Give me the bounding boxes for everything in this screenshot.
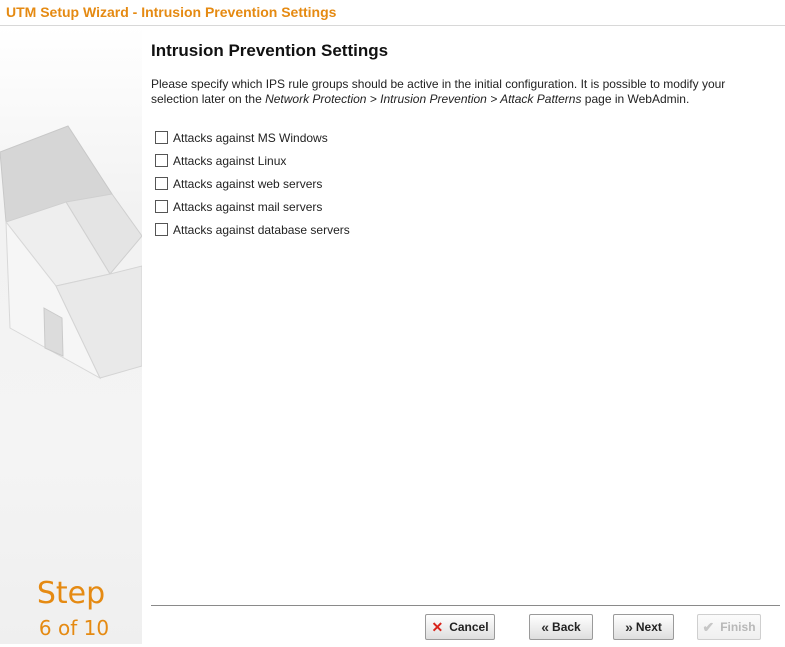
checkmark-icon: ✔ [702,619,715,635]
option-label: Attacks against web servers [173,176,323,191]
option-label: Attacks against Linux [173,153,287,168]
wizard-sidebar: Step 6 of 10 [0,26,142,644]
step-label: Step [36,576,106,611]
description-text-2: page in WebAdmin. [581,92,690,106]
option-database-servers[interactable]: Attacks against database servers [155,218,350,241]
double-chevron-left-icon: « [541,619,549,635]
next-button[interactable]: » Next [613,614,674,640]
finish-button[interactable]: ✔ Finish [697,614,761,640]
option-mail-servers[interactable]: Attacks against mail servers [155,195,350,218]
footer-divider [151,605,780,606]
option-ms-windows[interactable]: Attacks against MS Windows [155,126,350,149]
cancel-button-label: Cancel [449,620,489,634]
option-linux[interactable]: Attacks against Linux [155,149,350,172]
window-title: UTM Setup Wizard - Intrusion Prevention … [6,4,337,20]
cancel-button[interactable]: ✕ Cancel [425,614,495,640]
next-button-label: Next [635,620,662,634]
ips-rule-groups: Attacks against MS Windows Attacks again… [155,126,350,241]
box-illustration [0,125,142,380]
close-icon: ✕ [431,619,444,635]
checkbox-web-servers[interactable] [155,177,168,190]
checkbox-ms-windows[interactable] [155,131,168,144]
back-button-label: Back [552,620,581,634]
window-titlebar: UTM Setup Wizard - Intrusion Prevention … [0,0,785,26]
option-label: Attacks against mail servers [173,199,323,214]
option-label: Attacks against database servers [173,222,350,237]
step-progress: 6 of 10 [38,616,110,640]
checkbox-mail-servers[interactable] [155,200,168,213]
page-description: Please specify which IPS rule groups sho… [151,77,771,107]
page-title: Intrusion Prevention Settings [151,41,389,60]
checkbox-database-servers[interactable] [155,223,168,236]
finish-button-label: Finish [720,620,756,634]
double-chevron-right-icon: » [625,619,633,635]
option-web-servers[interactable]: Attacks against web servers [155,172,350,195]
description-path: Network Protection > Intrusion Preventio… [265,92,582,106]
checkbox-linux[interactable] [155,154,168,167]
back-button[interactable]: « Back [529,614,593,640]
option-label: Attacks against MS Windows [173,130,328,145]
